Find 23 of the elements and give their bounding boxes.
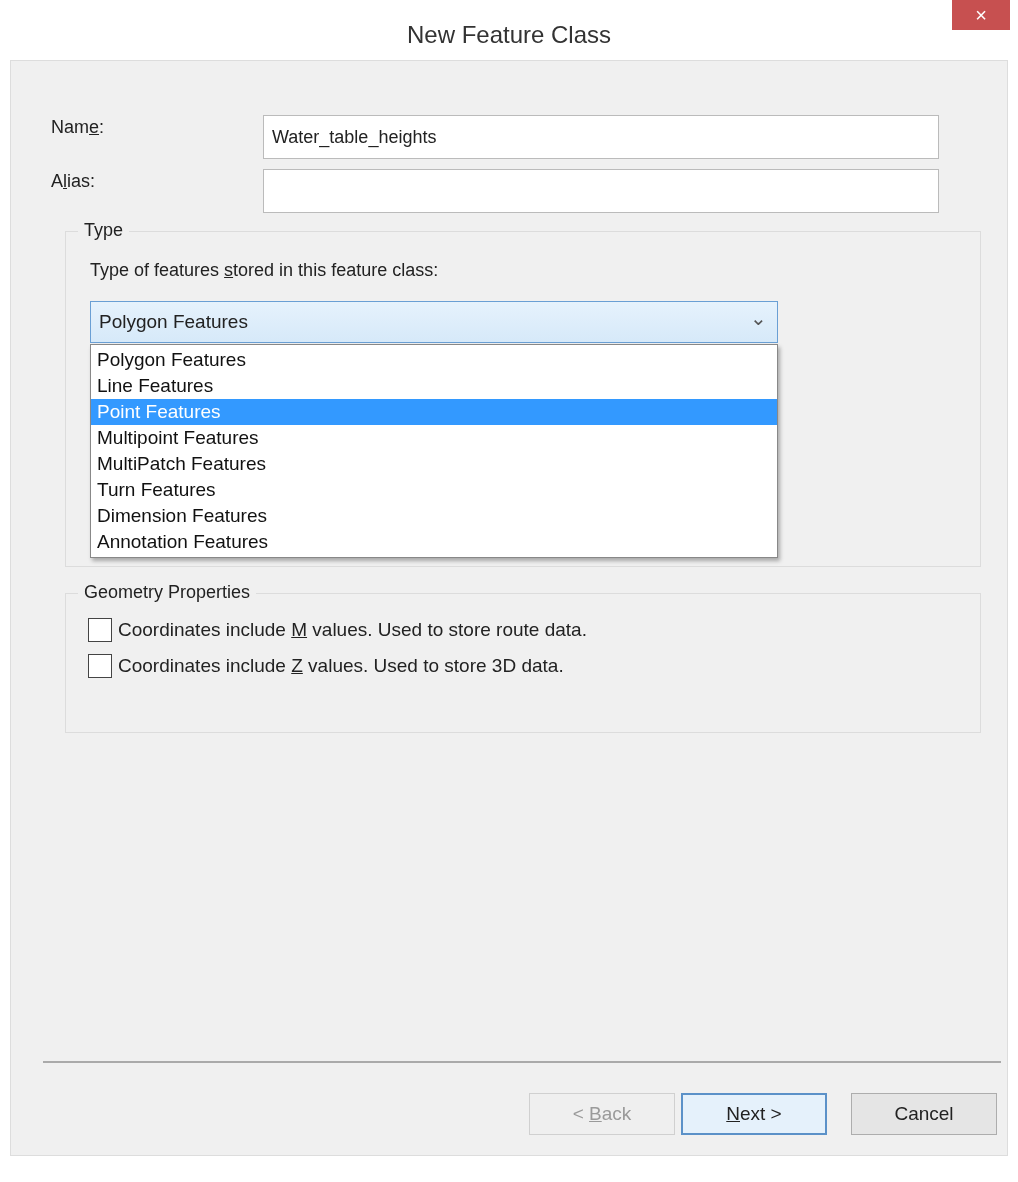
dropdown-option[interactable]: Dimension Features <box>91 503 777 529</box>
dialog-button[interactable]: Cancel <box>851 1093 997 1135</box>
field-label: Alias: <box>51 170 97 192</box>
field-label: Name: <box>51 116 106 138</box>
checkbox[interactable] <box>88 654 112 678</box>
dropdown-option[interactable]: Turn Features <box>91 477 777 503</box>
checkbox-label: Coordinates include Z values. Used to store 3D data. <box>118 655 564 677</box>
dropdown-option[interactable]: Line Features <box>91 373 777 399</box>
input-field[interactable] <box>263 169 939 213</box>
input-field[interactable]: Water_table_heights <box>263 115 939 159</box>
dropdown-option[interactable]: Polygon Features <box>91 347 777 373</box>
feature-type-dropdown[interactable]: Polygon Features ⌄ <box>90 301 778 343</box>
close-button[interactable]: × <box>952 0 1010 30</box>
dropdown-option[interactable]: Annotation Features <box>91 529 777 555</box>
window-title: New Feature Class <box>406 21 612 49</box>
dropdown-option[interactable]: Multipoint Features <box>91 425 777 451</box>
dropdown-option[interactable]: MultiPatch Features <box>91 451 777 477</box>
dialog-button[interactable]: Next > <box>681 1093 827 1135</box>
type-prompt: Type of features stored in this feature class: <box>90 260 440 281</box>
group-legend: Type <box>78 220 130 241</box>
group-legend: Geometry Properties <box>78 582 257 603</box>
checkbox[interactable] <box>88 618 112 642</box>
checkbox-label: Coordinates include M values. Used to store route data. <box>118 619 587 641</box>
